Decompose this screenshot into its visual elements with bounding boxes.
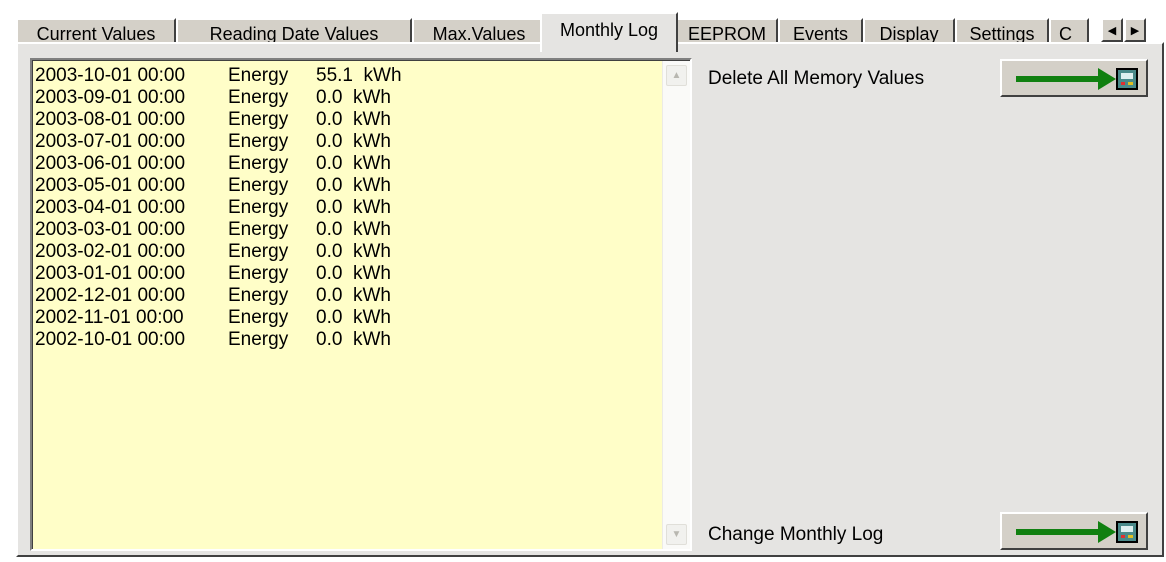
- log-type: Energy: [228, 153, 289, 174]
- log-row[interactable]: 2003-05-01 00:00 Energy 0.0 kWh: [35, 175, 655, 197]
- log-row[interactable]: 2003-03-01 00:00 Energy 0.0 kWh: [35, 219, 655, 241]
- green-arrow-to-device-icon: [1016, 521, 1138, 543]
- monthly-log-list[interactable]: 2003-10-01 00:00 Energy 55.1 kWh 2003-09-01…: [30, 58, 692, 551]
- log-value: 55.1 kWh: [316, 65, 402, 86]
- log-type: Energy: [228, 65, 289, 86]
- log-row[interactable]: 2003-02-01 00:00 Energy 0.0 kWh: [35, 241, 655, 263]
- log-type: Energy: [228, 87, 289, 108]
- log-row[interactable]: 2003-01-01 00:00 Energy 0.0 kWh: [35, 263, 655, 285]
- vertical-scrollbar[interactable]: ▲ ▼: [662, 61, 690, 549]
- log-list-frame: 2003-10-01 00:00 Energy 55.1 kWh 2003-09-01…: [32, 60, 690, 549]
- log-row[interactable]: 2003-07-01 00:00 Energy 0.0 kWh: [35, 131, 655, 153]
- log-row[interactable]: 2003-10-01 00:00 Energy 55.1 kWh: [35, 65, 655, 87]
- scroll-up-button[interactable]: ▲: [666, 65, 687, 86]
- log-value: 0.0 kWh: [316, 153, 391, 174]
- monthly-log-page: 2003-10-01 00:00 Energy 55.1 kWh 2003-09-01…: [16, 42, 1164, 557]
- log-type: Energy: [228, 175, 289, 196]
- log-value: 0.0 kWh: [316, 131, 391, 152]
- log-date: 2003-01-01 00:00: [35, 263, 186, 284]
- log-value: 0.0 kWh: [316, 263, 391, 284]
- log-date: 2003-08-01 00:00: [35, 109, 186, 130]
- log-value: 0.0 kWh: [316, 285, 391, 306]
- log-date: 2002-12-01 00:00: [35, 285, 186, 306]
- change-monthly-log-label: Change Monthly Log: [708, 524, 884, 545]
- log-type: Energy: [228, 307, 289, 328]
- log-type: Energy: [228, 329, 289, 350]
- green-arrow-to-device-icon: [1016, 68, 1138, 90]
- log-type: Energy: [228, 109, 289, 130]
- log-value: 0.0 kWh: [316, 241, 391, 262]
- scroll-down-button[interactable]: ▼: [666, 524, 687, 545]
- log-value: 0.0 kWh: [316, 329, 391, 350]
- log-row[interactable]: 2003-04-01 00:00 Energy 0.0 kWh: [35, 197, 655, 219]
- log-row[interactable]: 2003-06-01 00:00 Energy 0.0 kWh: [35, 153, 655, 175]
- delete-all-memory-label: Delete All Memory Values: [708, 68, 925, 89]
- log-type: Energy: [228, 285, 289, 306]
- log-date: 2002-11-01 00:00: [35, 307, 184, 328]
- log-value: 0.0 kWh: [316, 109, 391, 130]
- log-date: 2002-10-01 00:00: [35, 329, 186, 350]
- delete-all-memory-button[interactable]: [1000, 59, 1148, 97]
- log-date: 2003-02-01 00:00: [35, 241, 186, 262]
- log-type: Energy: [228, 263, 289, 284]
- log-row[interactable]: 2002-10-01 00:00 Energy 0.0 kWh: [35, 329, 655, 351]
- tab-scroll-right-button[interactable]: ▶: [1124, 18, 1146, 42]
- log-date: 2003-07-01 00:00: [35, 131, 186, 152]
- log-type: Energy: [228, 241, 289, 262]
- log-row[interactable]: 2003-09-01 00:00 Energy 0.0 kWh: [35, 87, 655, 109]
- log-value: 0.0 kWh: [316, 175, 391, 196]
- tab-scroll-left-button[interactable]: ◀: [1101, 18, 1123, 42]
- change-monthly-log-button[interactable]: [1000, 512, 1148, 550]
- log-date: 2003-03-01 00:00: [35, 219, 186, 240]
- log-type: Energy: [228, 131, 289, 152]
- tab-scroll-buttons: ◀ ▶: [1101, 18, 1146, 42]
- arrow-left-icon: ◀: [1107, 24, 1117, 37]
- chevron-up-icon: ▲: [671, 70, 682, 81]
- log-row[interactable]: 2002-12-01 00:00 Energy 0.0 kWh: [35, 285, 655, 307]
- log-date: 2003-05-01 00:00: [35, 175, 186, 196]
- log-date: 2003-04-01 00:00: [35, 197, 186, 218]
- log-date: 2003-06-01 00:00: [35, 153, 186, 174]
- log-type: Energy: [228, 219, 289, 240]
- log-value: 0.0 kWh: [316, 307, 391, 328]
- log-rows: 2003-10-01 00:00 Energy 55.1 kWh 2003-09-01…: [35, 65, 655, 351]
- tab-monthly-log[interactable]: Monthly Log: [540, 12, 678, 52]
- log-row[interactable]: 2003-08-01 00:00 Energy 0.0 kWh: [35, 109, 655, 131]
- log-date: 2003-10-01 00:00: [35, 65, 186, 86]
- log-value: 0.0 kWh: [316, 87, 391, 108]
- chevron-down-icon: ▼: [671, 529, 682, 540]
- log-value: 0.0 kWh: [316, 197, 391, 218]
- log-type: Energy: [228, 197, 289, 218]
- arrow-right-icon: ▶: [1130, 24, 1140, 37]
- log-date: 2003-09-01 00:00: [35, 87, 186, 108]
- log-value: 0.0 kWh: [316, 219, 391, 240]
- log-row[interactable]: 2002-11-01 00:00 Energy 0.0 kWh: [35, 307, 655, 329]
